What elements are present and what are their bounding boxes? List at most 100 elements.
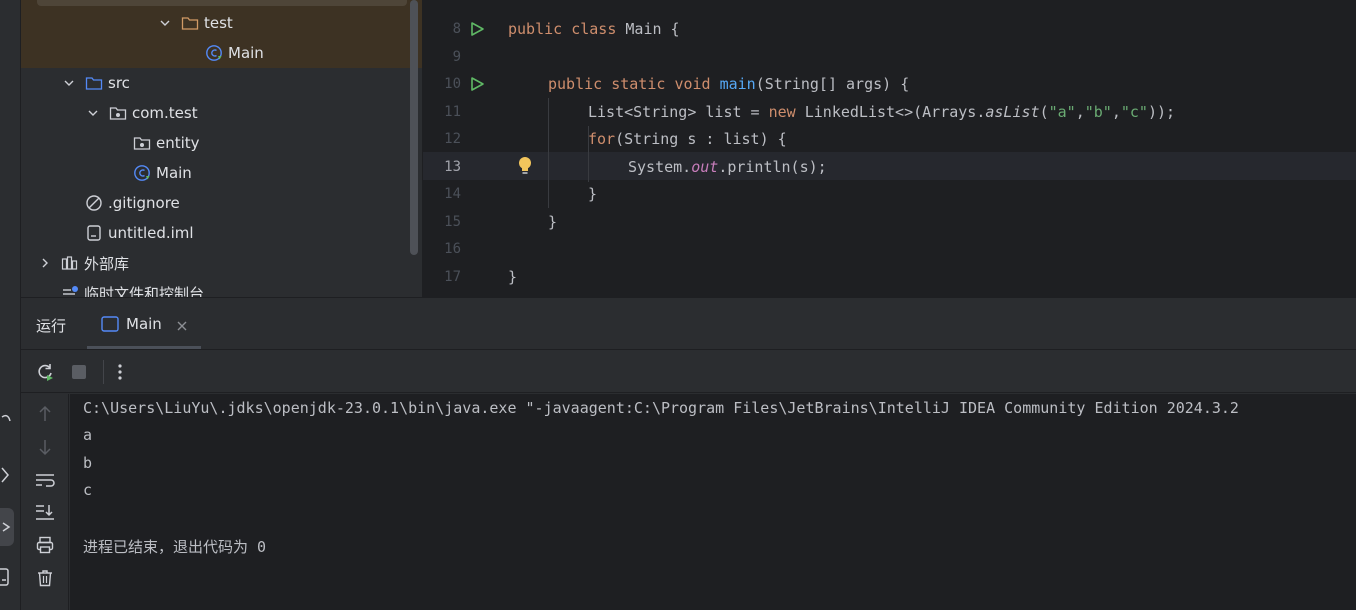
ignore-file-icon (85, 194, 103, 212)
line-number: 14 (444, 186, 461, 202)
tree-item-gitignore[interactable]: .gitignore (85, 188, 180, 218)
line-number: 8 (452, 21, 461, 37)
token-string: "c" (1120, 103, 1148, 121)
console-output[interactable]: C:\Users\LiuYu\.jdks\openjdk-23.0.1\bin\… (70, 394, 1356, 610)
code-text: } (548, 213, 558, 231)
code-text: for(String s : list) { (588, 130, 787, 148)
code-text: List<String> list = new LinkedList<>(Arr… (588, 103, 1175, 121)
console-line: a (83, 426, 93, 444)
run-tool-window: 运行 Main C:\Users\LiuYu\.jdks\openjdk-23.… (21, 298, 1356, 610)
line-number: 10 (444, 76, 461, 92)
code-line: 8 public class Main { (423, 15, 1356, 43)
chevron-down-icon[interactable] (61, 75, 77, 91)
code-editor[interactable]: 8 public class Main { 9 10 public static… (423, 0, 1356, 297)
rerun-icon[interactable] (33, 360, 57, 384)
token-text: )); (1147, 103, 1176, 121)
terminal-icon[interactable] (0, 565, 14, 591)
selected-row-remnant (37, 0, 407, 6)
code-line: 11 List<String> list = new LinkedList<>(… (423, 98, 1356, 126)
tree-item-main-test[interactable]: Main (205, 38, 264, 68)
token-string: "a" (1048, 103, 1076, 121)
run-header: 运行 Main (21, 298, 1356, 350)
line-number: 15 (444, 214, 461, 230)
chevron-down-icon[interactable] (157, 15, 173, 31)
line-number: 11 (444, 104, 461, 120)
token-keyword: public (508, 20, 563, 38)
token-text: , (1075, 103, 1085, 121)
token-text: , (1111, 103, 1121, 121)
more-options-icon[interactable] (108, 360, 132, 384)
token-text: .println(s); (718, 158, 827, 176)
arrow-up-icon[interactable] (33, 402, 57, 426)
token-text: (String s : list) { (615, 130, 787, 148)
tree-item-entity[interactable]: entity (133, 128, 200, 158)
chevron-down-icon[interactable] (85, 105, 101, 121)
token-text: (String[] args) { (755, 75, 910, 93)
tree-item-com-test[interactable]: com.test (85, 98, 198, 128)
console-line: C:\Users\LiuYu\.jdks\openjdk-23.0.1\bin\… (83, 399, 1239, 417)
java-class-icon (205, 44, 223, 62)
tree-item-external-libraries[interactable]: 外部库 (37, 248, 129, 278)
close-icon[interactable] (176, 317, 188, 336)
tree-item-label: test (204, 14, 233, 32)
print-icon[interactable] (33, 533, 57, 557)
code-line-current: 13 System.out.println(s); (423, 153, 1356, 181)
folder-icon (181, 14, 199, 32)
run-gutter-icon[interactable] (469, 76, 485, 92)
run-gutter-icon[interactable] (469, 21, 485, 37)
trash-icon[interactable] (33, 566, 57, 590)
package-icon (109, 104, 127, 122)
scratches-icon (61, 284, 79, 297)
tree-item-label: Main (156, 164, 192, 182)
chevron-right-icon[interactable] (37, 255, 53, 271)
iml-file-icon (85, 224, 103, 242)
tree-item-label: 外部库 (84, 254, 130, 273)
tree-item-main[interactable]: Main (133, 158, 192, 188)
code-text: public static void main(String[] args) { (548, 75, 909, 93)
tree-item-label: .gitignore (108, 194, 180, 212)
tree-item-scratches[interactable]: 临时文件和控制台 (61, 278, 204, 297)
tree-item-test[interactable]: test (157, 8, 233, 38)
token-keyword: void (674, 75, 711, 93)
code-line: 17 } (423, 263, 1356, 291)
token-function: main (719, 75, 756, 93)
tree-item-label: src (108, 74, 130, 92)
token-keyword: class (571, 20, 617, 38)
token-static-method: asList (985, 103, 1040, 121)
line-number: 12 (444, 131, 461, 147)
token-keyword: for (588, 130, 616, 148)
token-keyword: static (611, 75, 666, 93)
scroll-to-end-icon[interactable] (33, 500, 57, 524)
token-string: "b" (1084, 103, 1112, 121)
token-text: Main { (616, 20, 680, 38)
arrow-down-icon[interactable] (33, 435, 57, 459)
console-line: c (83, 481, 93, 499)
code-line: 16 (423, 235, 1356, 263)
tree-item-label: Main (228, 44, 264, 62)
run-tool-icon[interactable] (0, 508, 14, 546)
project-scrollbar[interactable] (410, 0, 418, 255)
tool-window-strip (0, 0, 21, 610)
token-keyword: new (768, 103, 796, 121)
tree-item-untitled-iml[interactable]: untitled.iml (85, 218, 194, 248)
stop-icon[interactable] (67, 360, 91, 384)
tree-item-label: entity (156, 134, 200, 152)
line-number: 13 (444, 159, 461, 175)
package-icon (133, 134, 151, 152)
services-icon[interactable] (0, 462, 14, 488)
token-text: List<String> list = (588, 103, 769, 121)
code-text: public class Main { (508, 20, 680, 38)
code-line: 15 } (423, 208, 1356, 236)
tree-item-label: com.test (132, 104, 198, 122)
soft-wrap-icon[interactable] (33, 468, 57, 492)
token-text: ( (1039, 103, 1049, 121)
tab-main[interactable]: Main (87, 298, 201, 350)
lightbulb-icon[interactable] (517, 156, 533, 176)
code-line: 12 for(String s : list) { (423, 125, 1356, 153)
git-icon[interactable] (0, 405, 14, 431)
tree-item-src[interactable]: src (61, 68, 130, 98)
tab-label: Main (126, 315, 162, 333)
token-keyword: public (548, 75, 603, 93)
token-text: LinkedList<>(Arrays. (795, 103, 986, 121)
toolbar-divider (103, 360, 104, 384)
